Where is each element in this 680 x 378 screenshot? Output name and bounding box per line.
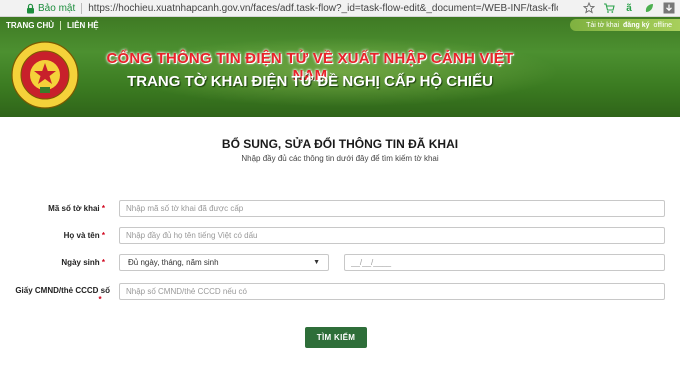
- required-mark: *: [101, 204, 105, 213]
- declaration-number-label: Mã số tờ khai *: [0, 204, 105, 213]
- offline-prefix: Tải tờ khai: [586, 21, 620, 29]
- required-mark: *: [101, 231, 105, 240]
- nav-home-link[interactable]: TRANG CHỦ: [0, 21, 60, 30]
- full-name-label-text: Họ và tên: [63, 231, 100, 240]
- required-mark: *: [101, 258, 105, 267]
- id-card-label-text: Giấy CMND/thẻ CCCD số: [15, 286, 110, 295]
- full-name-label: Họ và tên *: [0, 231, 105, 240]
- declaration-number-input[interactable]: [119, 200, 665, 217]
- form-subtitle: Nhập đầy đủ các thông tin dưới đây để tì…: [241, 154, 439, 163]
- birth-date-label: Ngày sinh *: [0, 258, 105, 267]
- cart-icon[interactable]: [602, 1, 616, 15]
- nav-contact-link[interactable]: LIÊN HỆ: [61, 21, 105, 30]
- url-divider: [81, 2, 83, 14]
- birth-date-label-text: Ngày sinh: [61, 258, 100, 267]
- site-header: TRANG CHỦ LIÊN HỆ Tải tờ khai đăng ký of…: [0, 17, 680, 117]
- form-title: BỔ SUNG, SỬA ĐỔI THÔNG TIN ĐÃ KHAI: [221, 137, 459, 151]
- leaf-icon[interactable]: [642, 1, 656, 15]
- browser-extensions: ã: [582, 1, 676, 15]
- translate-icon[interactable]: ã: [622, 1, 636, 15]
- page-title: TRANG TỜ KHAI ĐIỆN TỬ ĐỀ NGHỊ CẤP HỘ CHI…: [127, 73, 493, 90]
- star-icon[interactable]: [582, 1, 596, 15]
- secure-label: Bảo mật: [38, 2, 76, 14]
- id-card-input[interactable]: [119, 283, 665, 300]
- required-mark: *: [98, 295, 102, 304]
- offline-suffix: offline: [653, 21, 672, 29]
- search-form: BỔ SUNG, SỬA ĐỔI THÔNG TIN ĐÃ KHAI Nhập …: [0, 117, 680, 378]
- immigration-emblem-logo: [11, 41, 79, 109]
- id-card-label: Giấy CMND/thẻ CCCD số *: [0, 286, 110, 304]
- offline-download-link[interactable]: Tải tờ khai đăng ký offline: [570, 19, 680, 31]
- chevron-down-icon: ▼: [313, 259, 320, 266]
- offline-bold: đăng ký: [623, 21, 650, 29]
- browser-address-bar: Bảo mật https://hochieu.xuatnhapcanh.gov…: [0, 0, 680, 17]
- birth-date-input[interactable]: [344, 254, 665, 271]
- download-icon[interactable]: [662, 1, 676, 15]
- birth-date-format-select[interactable]: Đủ ngày, tháng, năm sinh ▼: [119, 254, 329, 271]
- birth-date-format-value: Đủ ngày, tháng, năm sinh: [128, 258, 219, 267]
- lock-icon: [24, 1, 36, 15]
- full-name-input[interactable]: [119, 227, 665, 244]
- url-field[interactable]: https://hochieu.xuatnhapcanh.gov.vn/face…: [88, 3, 558, 14]
- top-nav: TRANG CHỦ LIÊN HỆ: [0, 17, 105, 34]
- search-button[interactable]: TÌM KIẾM: [305, 327, 367, 348]
- declaration-number-label-text: Mã số tờ khai: [48, 204, 100, 213]
